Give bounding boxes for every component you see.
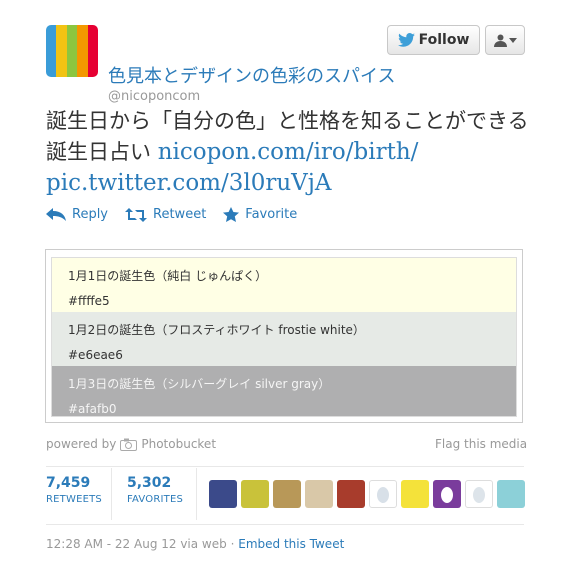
- tweet-line-3: pic.twitter.com/3l0ruVjA: [46, 168, 546, 199]
- tweet-line-1: 誕生日から「自分の色」と性格を知ることができる: [46, 109, 529, 133]
- swatch-title: 1月2日の誕生色（フロスティホワイト frostie white）: [68, 323, 365, 337]
- favorites-label: FAVORITES: [127, 494, 184, 505]
- retweeter-avatar-5[interactable]: [337, 480, 365, 508]
- retweet-label: Retweet: [153, 207, 207, 222]
- tweet-pic-link[interactable]: pic.twitter.com/3l0ruVjA: [46, 170, 332, 196]
- avatar-stripe: [77, 25, 88, 77]
- user-actions-dropdown[interactable]: [485, 25, 525, 55]
- media-image[interactable]: 1月1日の誕生色（純白 じゅんぱく） #ffffe5 1月2日の誕生色（フロステ…: [51, 257, 517, 417]
- tweet-text: 誕生日から「自分の色」と性格を知ることができる 誕生日占い nicopon.co…: [46, 106, 546, 199]
- swatch-code: #e6eae6: [68, 348, 123, 362]
- follow-button[interactable]: Follow: [387, 25, 480, 55]
- avatar-stripe: [56, 25, 67, 77]
- caret-down-icon: [508, 37, 517, 43]
- tweet-text-prefix: 誕生日占い: [46, 140, 151, 164]
- divider: [196, 468, 197, 520]
- retweet-action[interactable]: Retweet: [125, 207, 206, 222]
- color-swatch: 1月1日の誕生色（純白 じゅんぱく） #ffffe5: [52, 258, 516, 312]
- egg-icon: [473, 487, 485, 503]
- avatar-stripe: [46, 25, 57, 77]
- retweets-stat[interactable]: 7,459 RETWEETS: [46, 475, 102, 505]
- retweets-label: RETWEETS: [46, 494, 102, 505]
- retweeter-avatar-1[interactable]: [209, 480, 237, 508]
- timestamp[interactable]: 12:28 AM - 22 Aug 12 via web: [46, 537, 227, 551]
- avatar-stripe: [87, 25, 98, 77]
- display-name[interactable]: 色見本とデザインの色彩のスパイス: [108, 62, 395, 88]
- follow-label: Follow: [418, 32, 470, 48]
- divider: [111, 468, 112, 520]
- retweeter-avatar-9[interactable]: [465, 480, 493, 508]
- swatch-code: #ffffe5: [68, 294, 110, 308]
- divider: [46, 466, 524, 467]
- reply-label: Reply: [72, 207, 109, 222]
- meta-separator: ·: [230, 537, 235, 551]
- retweeter-avatar-4[interactable]: [305, 480, 333, 508]
- swatch-code: #afafb0: [68, 402, 117, 416]
- retweeter-avatars: [209, 480, 529, 508]
- twitter-bird-icon: [397, 33, 415, 47]
- retweet-icon: [125, 207, 148, 222]
- egg-icon: [377, 487, 389, 503]
- profile-avatar[interactable]: [46, 25, 98, 77]
- retweeter-avatar-10[interactable]: [497, 480, 525, 508]
- provider-link[interactable]: Photobucket: [141, 437, 216, 451]
- color-swatch: 1月3日の誕生色（シルバーグレイ silver gray） #afafb0: [52, 366, 516, 416]
- retweeter-avatar-3[interactable]: [273, 480, 301, 508]
- tweet-meta: 12:28 AM - 22 Aug 12 via web · Embed thi…: [46, 537, 344, 551]
- divider: [46, 524, 524, 525]
- retweeter-avatar-7[interactable]: [401, 480, 429, 508]
- favorites-count: 5,302: [127, 475, 172, 491]
- reply-icon: [46, 207, 66, 221]
- media-attribution: powered by Photobucket: [46, 437, 216, 451]
- swatch-title: 1月3日の誕生色（シルバーグレイ silver gray）: [68, 377, 331, 391]
- tweet-line-2: 誕生日占い nicopon.com/iro/birth/: [46, 137, 546, 168]
- tweet-link-url[interactable]: nicopon.com/iro/birth/: [158, 139, 419, 165]
- avatar-stripe: [66, 25, 78, 77]
- favorites-stat[interactable]: 5,302 FAVORITES: [127, 475, 183, 505]
- tweet-actions: Reply Retweet Favorite: [46, 207, 314, 222]
- retweeter-avatar-6[interactable]: [369, 480, 397, 508]
- star-icon: [223, 207, 240, 222]
- powered-by-label: powered by: [46, 437, 117, 451]
- favorite-label: Favorite: [245, 207, 298, 222]
- egg-icon: [441, 487, 453, 503]
- embed-tweet-link[interactable]: Embed this Tweet: [238, 537, 344, 551]
- photobucket-icon: [120, 438, 138, 451]
- reply-action[interactable]: Reply: [46, 207, 108, 222]
- flag-media-link[interactable]: Flag this media: [435, 437, 527, 451]
- retweeter-avatar-8[interactable]: [433, 480, 461, 508]
- username[interactable]: @nicoponcom: [108, 89, 200, 104]
- person-icon: [493, 34, 507, 47]
- swatch-title: 1月1日の誕生色（純白 じゅんぱく）: [68, 269, 268, 283]
- media-card[interactable]: 1月1日の誕生色（純白 じゅんぱく） #ffffe5 1月2日の誕生色（フロステ…: [45, 249, 523, 423]
- retweeter-avatar-2[interactable]: [241, 480, 269, 508]
- color-swatch: 1月2日の誕生色（フロスティホワイト frostie white） #e6eae…: [52, 312, 516, 366]
- favorite-action[interactable]: Favorite: [223, 207, 297, 222]
- retweets-count: 7,459: [46, 475, 91, 491]
